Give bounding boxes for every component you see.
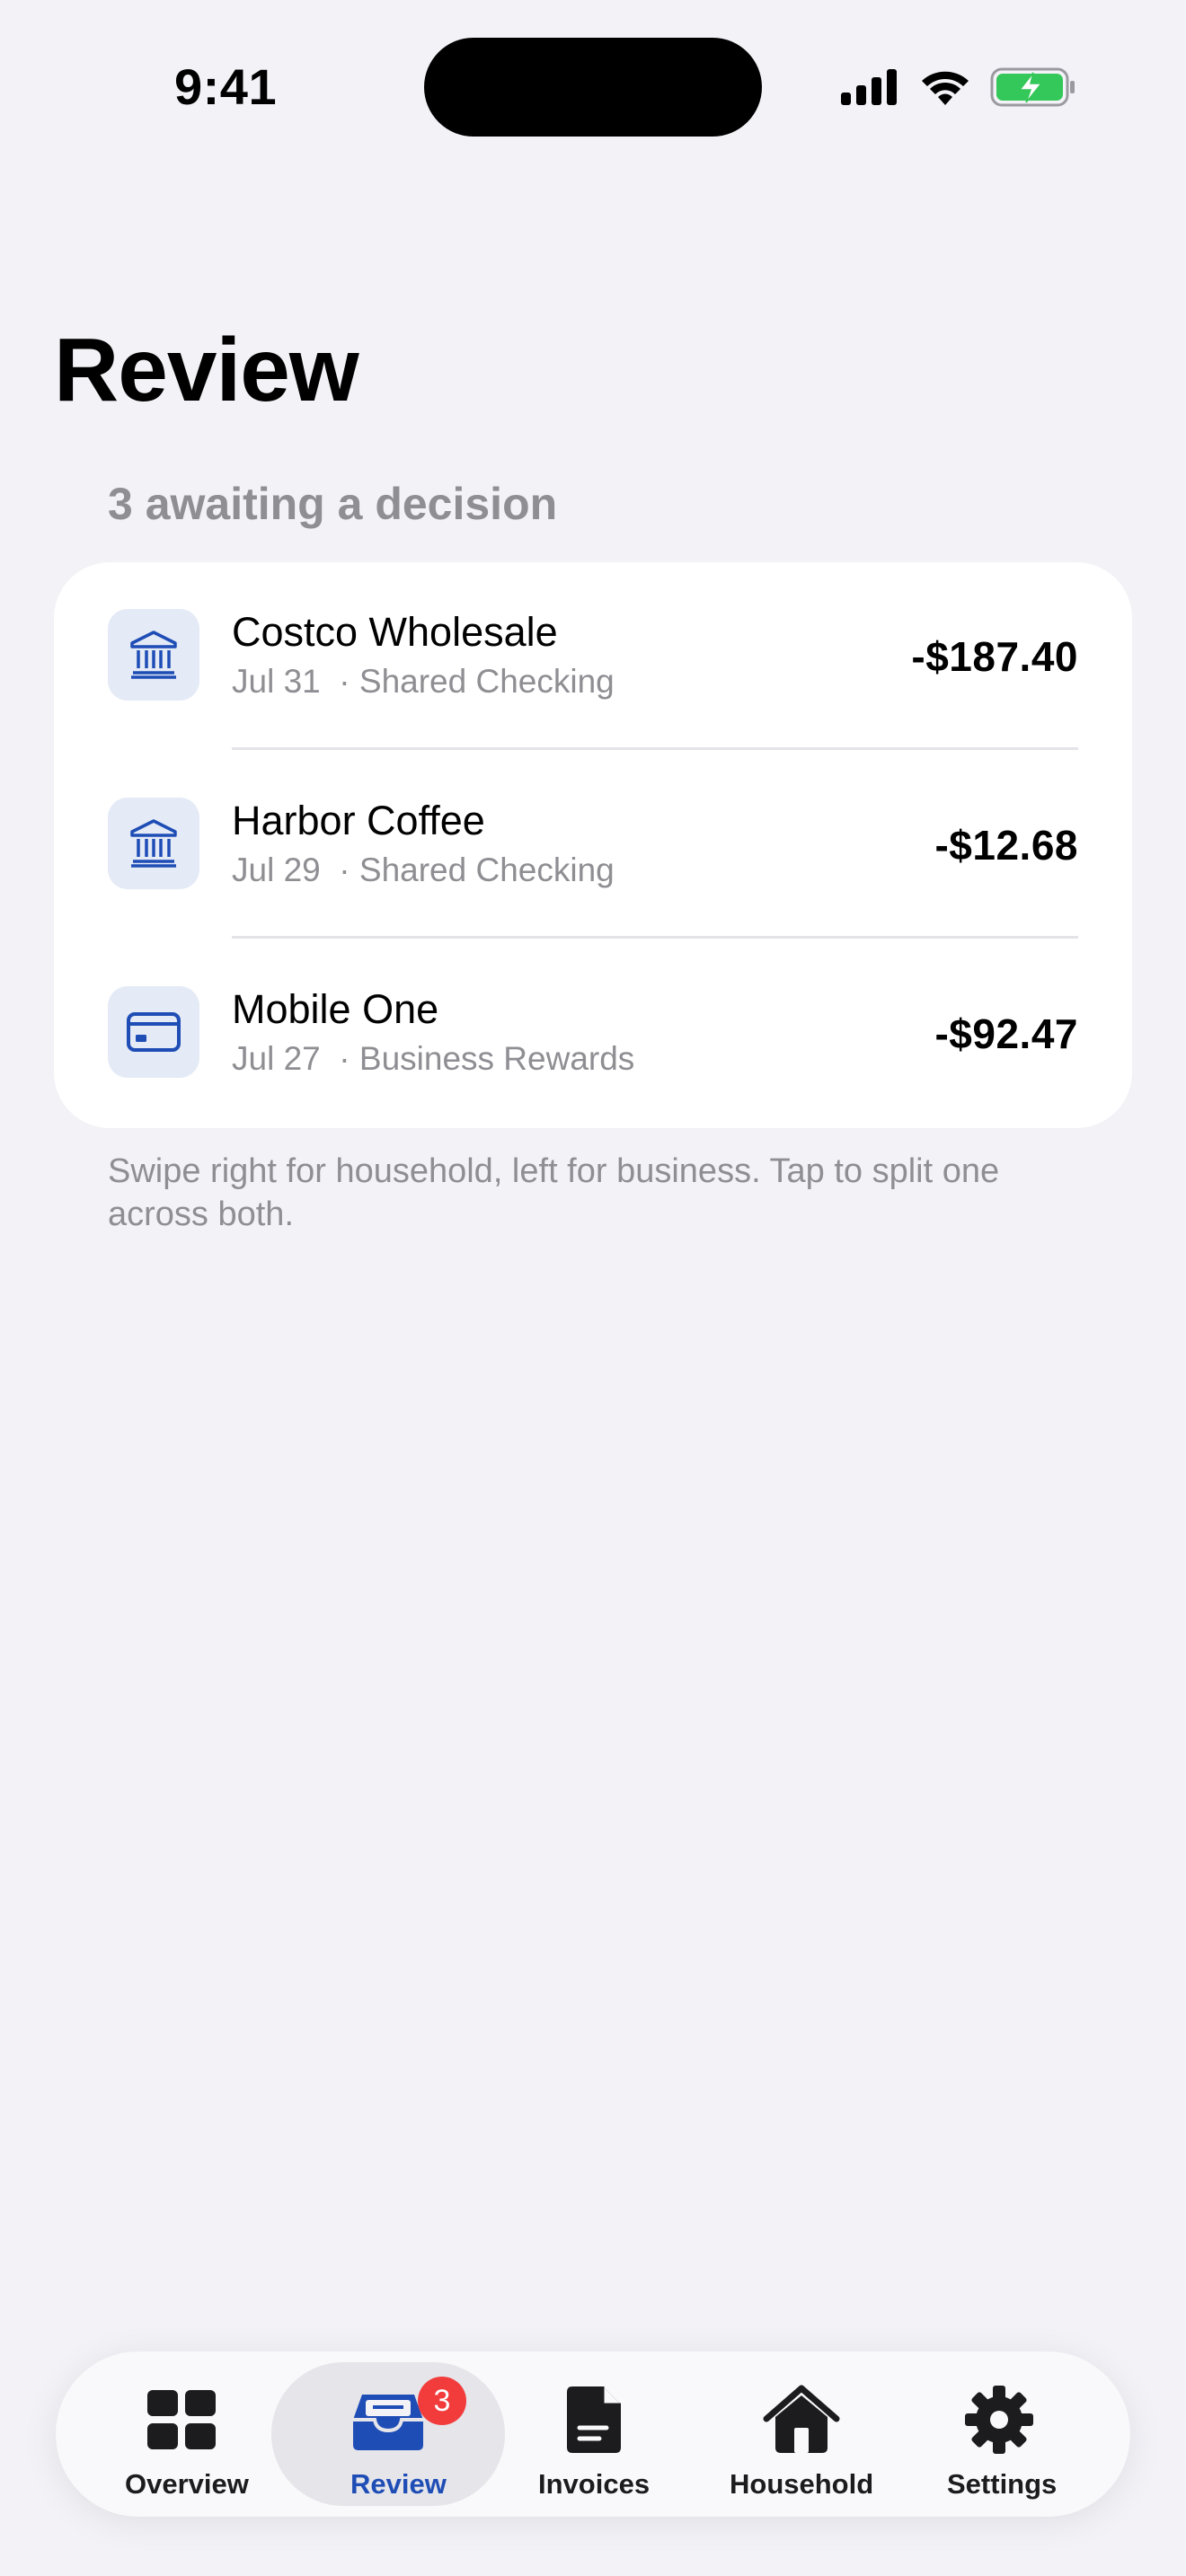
grid-icon bbox=[141, 2384, 222, 2456]
wifi-icon bbox=[922, 71, 969, 105]
divider bbox=[232, 747, 1078, 750]
transaction-row[interactable]: Costco Wholesale Jul 31 · Shared Checkin… bbox=[54, 562, 1132, 751]
merchant-name: Mobile One bbox=[232, 986, 439, 1032]
tab-bar: Overview 3 Review Invoices Household Set… bbox=[56, 2351, 1130, 2517]
bank-icon bbox=[108, 798, 199, 889]
divider bbox=[232, 936, 1078, 939]
tab-invoices[interactable]: Invoices bbox=[523, 2351, 667, 2517]
tab-label: Overview bbox=[125, 2468, 249, 2500]
tab-settings[interactable]: Settings bbox=[927, 2351, 1071, 2517]
swipe-hint: Swipe right for household, left for busi… bbox=[108, 1152, 1000, 1233]
transaction-meta: Jul 27 · Business Rewards bbox=[232, 1040, 635, 1077]
tab-label: Household bbox=[730, 2468, 874, 2500]
gear-icon bbox=[959, 2384, 1040, 2456]
transaction-amount: -$92.47 bbox=[934, 1010, 1078, 1057]
transaction-amount: -$187.40 bbox=[911, 633, 1078, 680]
section-header: 3 awaiting a decision bbox=[108, 479, 558, 529]
transaction-meta: Jul 31 · Shared Checking bbox=[232, 663, 615, 700]
tab-household[interactable]: Household bbox=[721, 2351, 882, 2517]
status-icons bbox=[839, 63, 1076, 111]
transaction-row[interactable]: Mobile One Jul 27 · Business Rewards -$9… bbox=[54, 940, 1132, 1128]
tab-label: Review bbox=[350, 2468, 447, 2500]
tab-overview[interactable]: Overview bbox=[110, 2351, 253, 2517]
review-count-badge: 3 bbox=[418, 2377, 466, 2425]
transactions-list: Costco Wholesale Jul 31 · Shared Checkin… bbox=[54, 562, 1132, 1128]
tab-review[interactable]: 3 Review bbox=[280, 2351, 496, 2517]
transaction-meta: Jul 29 · Shared Checking bbox=[232, 851, 615, 888]
transaction-amount: -$12.68 bbox=[934, 822, 1078, 869]
tab-label: Settings bbox=[947, 2468, 1058, 2500]
merchant-name: Harbor Coffee bbox=[232, 798, 485, 843]
page-title: Review bbox=[54, 320, 359, 420]
merchant-name: Costco Wholesale bbox=[232, 609, 558, 655]
cellular-signal-icon bbox=[841, 69, 897, 105]
document-icon bbox=[554, 2384, 635, 2456]
dynamic-island bbox=[424, 38, 762, 137]
credit-card-icon bbox=[108, 986, 199, 1078]
bank-icon bbox=[108, 609, 199, 701]
status-time: 9:41 bbox=[174, 58, 278, 115]
house-icon bbox=[761, 2384, 842, 2456]
tab-label: Invoices bbox=[538, 2468, 651, 2500]
transaction-row[interactable]: Harbor Coffee Jul 29 · Shared Checking -… bbox=[54, 751, 1132, 940]
battery-charging-icon bbox=[990, 67, 1075, 107]
inbox-tray-icon bbox=[348, 2384, 429, 2456]
